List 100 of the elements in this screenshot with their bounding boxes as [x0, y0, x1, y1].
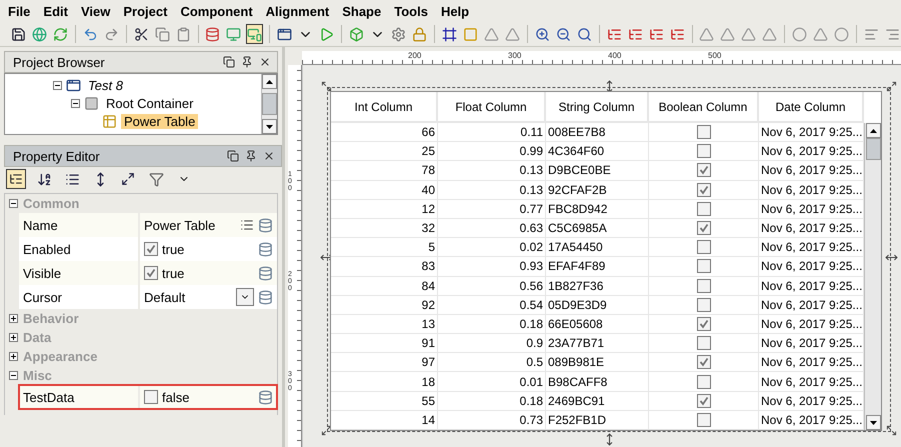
database-icon[interactable] — [258, 242, 273, 256]
categorized-icon[interactable] — [6, 169, 26, 189]
collapse-icon[interactable] — [71, 98, 80, 108]
menu-item[interactable]: Edit — [39, 4, 77, 18]
checkbox[interactable] — [144, 242, 158, 256]
table-icon — [102, 114, 117, 128]
scrollbar[interactable] — [261, 74, 277, 134]
ruler-number: 400 — [608, 51, 622, 62]
table-cell: 0.5 — [438, 353, 546, 372]
checkbox[interactable] — [696, 374, 710, 389]
database-icon[interactable] — [258, 266, 273, 280]
table-cell: 66E05608 — [546, 314, 649, 334]
checkbox[interactable] — [696, 182, 710, 197]
database-icon[interactable] — [258, 290, 273, 304]
pin-icon[interactable] — [241, 56, 253, 68]
checkbox[interactable] — [144, 390, 158, 404]
checkbox[interactable] — [696, 202, 710, 216]
table-cell: 25 — [331, 142, 438, 162]
close-icon[interactable] — [259, 56, 271, 68]
table-cell: 0.93 — [438, 257, 546, 276]
menu-item[interactable]: File — [4, 4, 40, 18]
down-arrow-icon[interactable] — [266, 124, 273, 128]
table-cell: 55 — [331, 392, 438, 411]
panel-title: Project Browser — [13, 54, 105, 70]
pin-icon[interactable] — [245, 150, 257, 162]
table-cell: 91 — [331, 334, 438, 354]
resize-handle[interactable] — [886, 81, 897, 92]
down-arrow-icon[interactable] — [870, 420, 876, 424]
checkbox[interactable] — [144, 266, 158, 280]
table-cell: 14 — [331, 410, 438, 430]
menu-item[interactable]: View — [76, 4, 120, 18]
checkbox[interactable] — [696, 125, 710, 140]
table-cell: 17A54450 — [546, 238, 649, 258]
list-icon[interactable] — [240, 218, 254, 232]
table-cell: EFAF4F89 — [546, 257, 649, 276]
collapse-icon[interactable] — [9, 199, 18, 208]
column-header[interactable]: Float Column — [438, 92, 546, 123]
table-cell: 008EE7B8 — [546, 123, 649, 142]
table-cell: 92CFAF2B — [546, 180, 649, 200]
resize-handle[interactable] — [886, 425, 897, 436]
checkbox[interactable] — [696, 336, 710, 350]
table-cell: 0.18 — [438, 314, 546, 334]
table-cell: 2469BC91 — [546, 392, 649, 411]
checkbox[interactable] — [696, 394, 710, 408]
column-header[interactable]: Int Column — [331, 92, 438, 123]
dropdown-button[interactable] — [236, 288, 254, 306]
database-icon[interactable] — [258, 218, 273, 232]
menu-item[interactable]: Alignment — [262, 4, 338, 18]
checkbox[interactable] — [696, 221, 710, 236]
checkbox[interactable] — [696, 316, 710, 331]
up-arrow-icon[interactable] — [870, 128, 876, 132]
menu-item[interactable]: Tools — [390, 4, 437, 18]
group-label: Common — [23, 196, 80, 211]
restore-icon[interactable] — [227, 150, 239, 162]
expand-icon[interactable] — [9, 314, 18, 323]
checkbox[interactable] — [696, 144, 710, 158]
menu-item[interactable]: Component — [176, 4, 262, 18]
column-header[interactable]: Boolean Column — [649, 92, 759, 123]
tree-item[interactable]: Root Container — [103, 96, 196, 110]
group-label: Misc — [23, 368, 52, 383]
restore-icon[interactable] — [223, 56, 235, 68]
menu-item[interactable]: Help — [436, 4, 478, 18]
group-label: Appearance — [23, 349, 98, 364]
ruler-number: 200 — [408, 51, 422, 62]
table-cell: 0.9 — [438, 334, 546, 354]
scroll-thumb[interactable] — [866, 138, 880, 160]
property-name: TestData — [19, 385, 140, 409]
close-icon[interactable] — [263, 150, 275, 162]
table-cell: 4C364F60 — [546, 142, 649, 162]
checkbox[interactable] — [696, 298, 710, 312]
collapse-icon[interactable] — [9, 371, 18, 380]
table-cell: 12 — [331, 200, 438, 219]
up-arrow-icon[interactable] — [266, 80, 273, 84]
table-cell: 05D9E3D9 — [546, 296, 649, 315]
column-header[interactable]: String Column — [546, 92, 649, 123]
monitor-icon[interactable] — [246, 24, 264, 44]
property-value: true — [162, 242, 186, 256]
database-icon[interactable] — [258, 390, 273, 404]
checkbox[interactable] — [696, 240, 710, 254]
dropdown-value: Default — [144, 290, 186, 304]
expand-icon[interactable] — [9, 352, 18, 361]
resize-handle[interactable] — [321, 81, 332, 92]
menu-item[interactable]: Project — [119, 4, 176, 18]
table-cell: FBC8D942 — [546, 200, 649, 219]
checkbox[interactable] — [696, 259, 710, 274]
scrollbar[interactable] — [864, 123, 881, 430]
menu-item[interactable]: Shape — [338, 4, 390, 18]
collapse-icon[interactable] — [53, 80, 62, 90]
tree-item[interactable]: Test 8 — [85, 78, 126, 92]
tree-item[interactable]: Power Table — [121, 114, 198, 128]
scroll-thumb[interactable] — [262, 93, 277, 115]
window-icon — [66, 78, 81, 92]
checkbox[interactable] — [696, 412, 710, 427]
column-header[interactable]: Date Column — [759, 92, 864, 123]
table-cell: 84 — [331, 276, 438, 296]
expand-icon[interactable] — [9, 333, 18, 342]
checkbox[interactable] — [696, 163, 710, 178]
checkbox[interactable] — [696, 355, 710, 370]
ruler-number: 500 — [708, 51, 722, 62]
checkbox[interactable] — [696, 278, 710, 293]
